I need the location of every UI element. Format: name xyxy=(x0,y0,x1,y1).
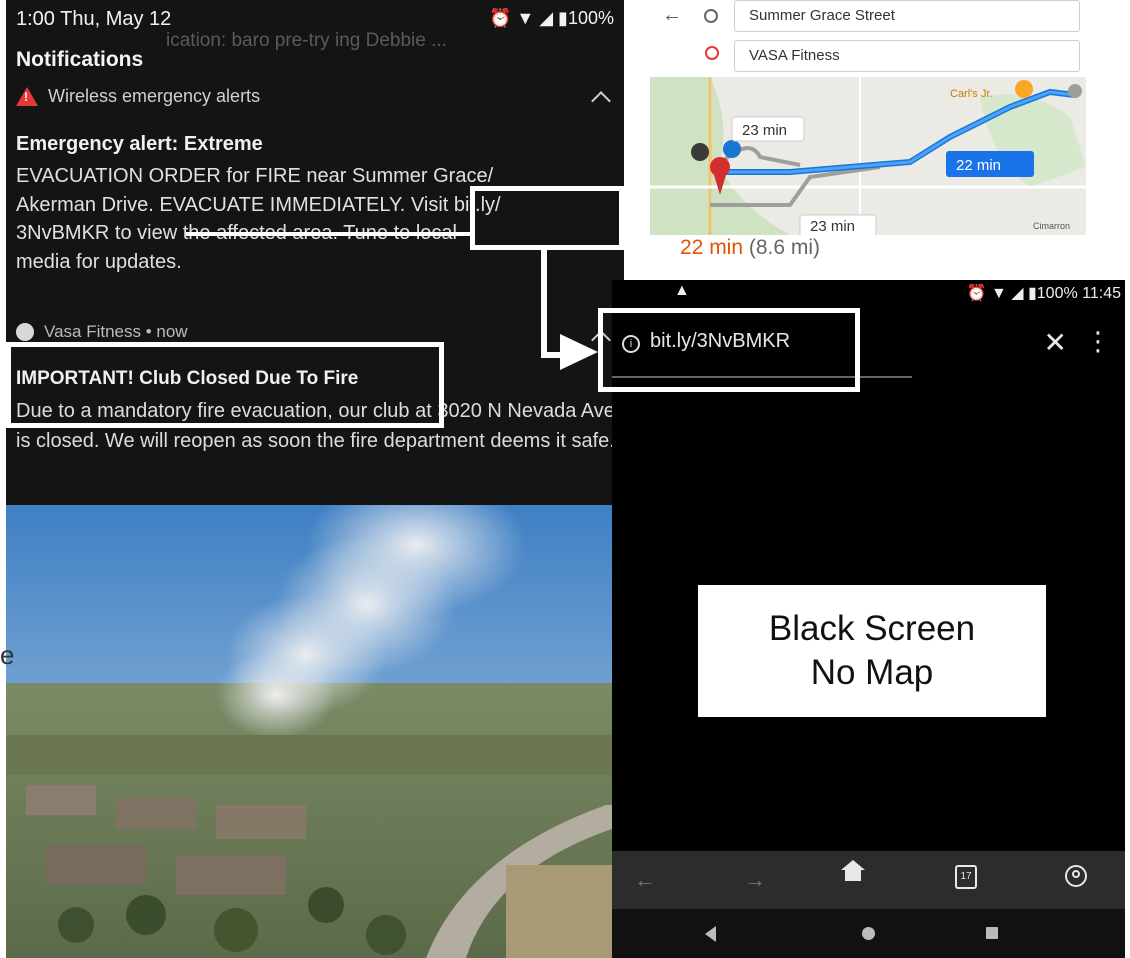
annotation-arrow xyxy=(541,250,598,370)
